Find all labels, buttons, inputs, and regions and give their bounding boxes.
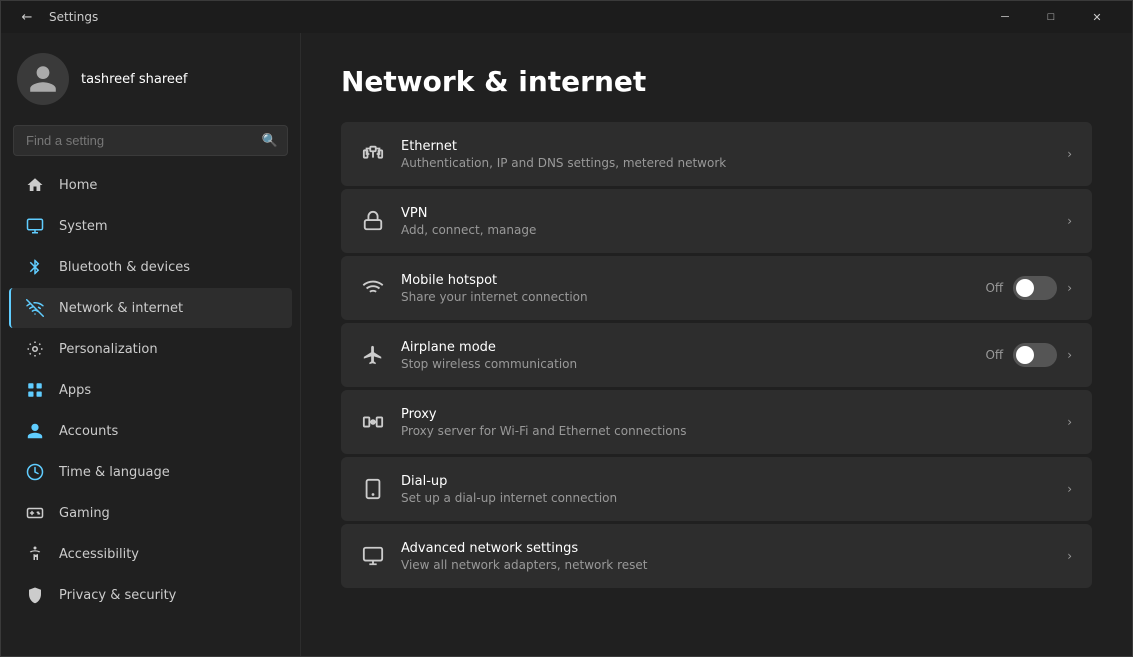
hotspot-text: Mobile hotspot Share your internet conne…: [401, 273, 969, 304]
sidebar-item-privacy[interactable]: Privacy & security: [9, 575, 292, 615]
dialup-right: ›: [1067, 482, 1072, 496]
hotspot-toggle[interactable]: [1013, 276, 1057, 300]
search-input[interactable]: [13, 125, 288, 156]
dialup-subtitle: Set up a dial-up internet connection: [401, 491, 1051, 505]
sidebar-nav: Home System Bluetooth & devices: [1, 164, 300, 616]
hotspot-subtitle: Share your internet connection: [401, 290, 969, 304]
advanced-title: Advanced network settings: [401, 541, 1051, 556]
sidebar-item-home[interactable]: Home: [9, 165, 292, 205]
app-content: tashreef shareef 🔍 Home System: [1, 33, 1132, 656]
hotspot-chevron: ›: [1067, 281, 1072, 295]
vpn-title: VPN: [401, 206, 1051, 221]
sidebar-item-network[interactable]: Network & internet: [9, 288, 292, 328]
personalization-icon: [25, 339, 45, 359]
hotspot-setting[interactable]: Mobile hotspot Share your internet conne…: [341, 256, 1092, 320]
ethernet-icon: [361, 142, 385, 166]
proxy-chevron: ›: [1067, 415, 1072, 429]
hotspot-right: Off ›: [985, 276, 1072, 300]
vpn-text: VPN Add, connect, manage: [401, 206, 1051, 237]
airplane-right: Off ›: [985, 343, 1072, 367]
search-container: 🔍: [13, 125, 288, 156]
airplane-text: Airplane mode Stop wireless communicatio…: [401, 340, 969, 371]
proxy-right: ›: [1067, 415, 1072, 429]
sidebar-item-personalization[interactable]: Personalization: [9, 329, 292, 369]
advanced-chevron: ›: [1067, 549, 1072, 563]
apps-icon: [25, 380, 45, 400]
advanced-subtitle: View all network adapters, network reset: [401, 558, 1051, 572]
time-icon: [25, 462, 45, 482]
vpn-chevron: ›: [1067, 214, 1072, 228]
home-icon: [25, 175, 45, 195]
vpn-icon: [361, 209, 385, 233]
proxy-icon: [361, 410, 385, 434]
system-icon: [25, 216, 45, 236]
sidebar: tashreef shareef 🔍 Home System: [1, 33, 301, 656]
dialup-chevron: ›: [1067, 482, 1072, 496]
vpn-subtitle: Add, connect, manage: [401, 223, 1051, 237]
network-icon: [25, 298, 45, 318]
privacy-icon: [25, 585, 45, 605]
user-section: tashreef shareef: [1, 33, 300, 121]
sidebar-item-system[interactable]: System: [9, 206, 292, 246]
hotspot-title: Mobile hotspot: [401, 273, 969, 288]
advanced-icon: [361, 544, 385, 568]
proxy-subtitle: Proxy server for Wi-Fi and Ethernet conn…: [401, 424, 1051, 438]
settings-list: Ethernet Authentication, IP and DNS sett…: [341, 122, 1092, 588]
ethernet-text: Ethernet Authentication, IP and DNS sett…: [401, 139, 1051, 170]
settings-window: ← Settings ─ □ ✕ tashreef shareef 🔍: [0, 0, 1133, 657]
advanced-right: ›: [1067, 549, 1072, 563]
dialup-text: Dial-up Set up a dial-up internet connec…: [401, 474, 1051, 505]
search-icon: 🔍: [262, 133, 278, 148]
accounts-icon: [25, 421, 45, 441]
accessibility-icon: [25, 544, 45, 564]
page-title: Network & internet: [341, 65, 1092, 98]
hotspot-icon: [361, 276, 385, 300]
ethernet-title: Ethernet: [401, 139, 1051, 154]
sidebar-item-bluetooth[interactable]: Bluetooth & devices: [9, 247, 292, 287]
airplane-icon: [361, 343, 385, 367]
proxy-title: Proxy: [401, 407, 1051, 422]
titlebar-title: Settings: [49, 10, 98, 24]
airplane-toggle-label: Off: [985, 348, 1003, 362]
sidebar-item-time[interactable]: Time & language: [9, 452, 292, 492]
dialup-icon: [361, 477, 385, 501]
gaming-icon: [25, 503, 45, 523]
close-button[interactable]: ✕: [1074, 1, 1120, 33]
airplane-toggle[interactable]: [1013, 343, 1057, 367]
titlebar: ← Settings ─ □ ✕: [1, 1, 1132, 33]
airplane-chevron: ›: [1067, 348, 1072, 362]
proxy-setting[interactable]: Proxy Proxy server for Wi-Fi and Etherne…: [341, 390, 1092, 454]
sidebar-item-accounts[interactable]: Accounts: [9, 411, 292, 451]
user-icon: [27, 63, 59, 95]
avatar[interactable]: [17, 53, 69, 105]
airplane-subtitle: Stop wireless communication: [401, 357, 969, 371]
proxy-text: Proxy Proxy server for Wi-Fi and Etherne…: [401, 407, 1051, 438]
ethernet-right: ›: [1067, 147, 1072, 161]
dialup-setting[interactable]: Dial-up Set up a dial-up internet connec…: [341, 457, 1092, 521]
ethernet-chevron: ›: [1067, 147, 1072, 161]
restore-button[interactable]: □: [1028, 1, 1074, 33]
vpn-right: ›: [1067, 214, 1072, 228]
hotspot-toggle-label: Off: [985, 281, 1003, 295]
sidebar-item-apps[interactable]: Apps: [9, 370, 292, 410]
sidebar-item-gaming[interactable]: Gaming: [9, 493, 292, 533]
back-button[interactable]: ←: [13, 3, 41, 31]
airplane-title: Airplane mode: [401, 340, 969, 355]
dialup-title: Dial-up: [401, 474, 1051, 489]
bluetooth-icon: [25, 257, 45, 277]
main-content: Network & internet Ethernet Au: [301, 33, 1132, 656]
sidebar-item-accessibility[interactable]: Accessibility: [9, 534, 292, 574]
user-name: tashreef shareef: [81, 72, 187, 87]
window-controls: ─ □ ✕: [982, 1, 1120, 33]
ethernet-setting[interactable]: Ethernet Authentication, IP and DNS sett…: [341, 122, 1092, 186]
ethernet-subtitle: Authentication, IP and DNS settings, met…: [401, 156, 1051, 170]
airplane-setting[interactable]: Airplane mode Stop wireless communicatio…: [341, 323, 1092, 387]
advanced-text: Advanced network settings View all netwo…: [401, 541, 1051, 572]
vpn-setting[interactable]: VPN Add, connect, manage ›: [341, 189, 1092, 253]
advanced-setting[interactable]: Advanced network settings View all netwo…: [341, 524, 1092, 588]
minimize-button[interactable]: ─: [982, 1, 1028, 33]
